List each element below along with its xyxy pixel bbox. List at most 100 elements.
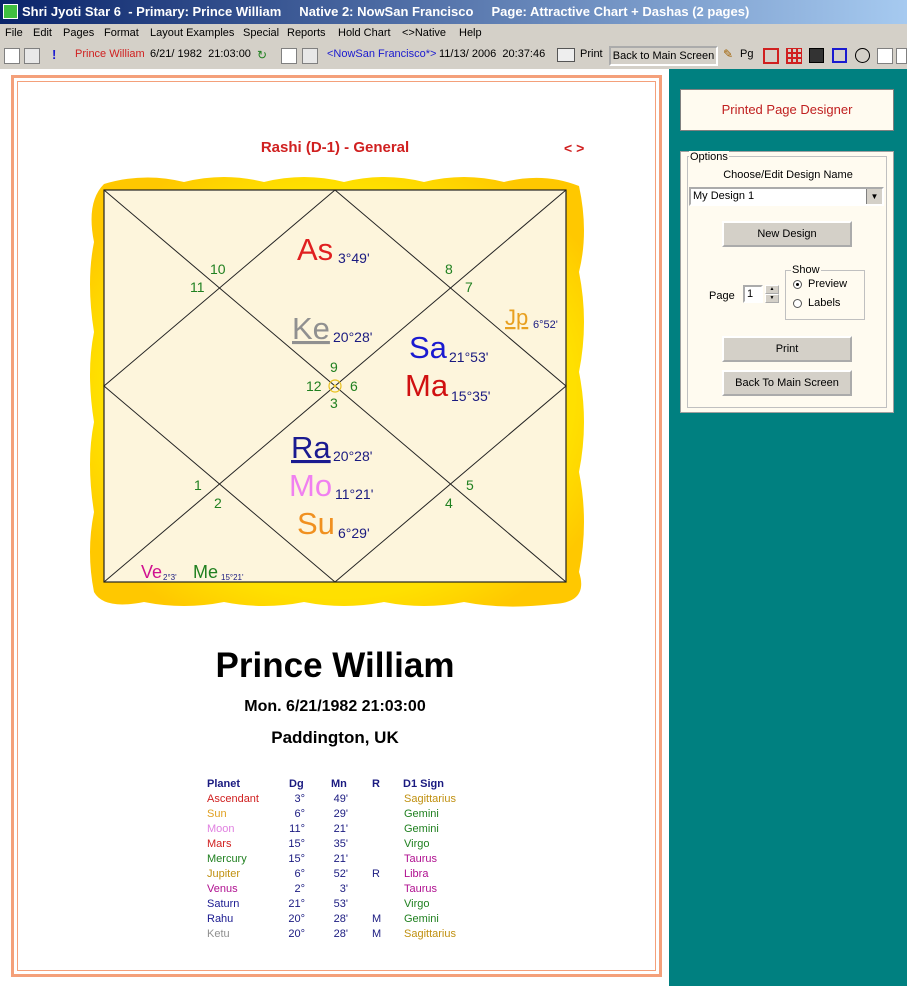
menu-special[interactable]: Special: [243, 27, 279, 39]
house-number-7: 7: [465, 279, 473, 295]
preview-radio[interactable]: [793, 280, 802, 289]
planet-su-degree: 6°29': [338, 525, 370, 541]
person-name: Prince William: [215, 646, 455, 685]
refresh-icon[interactable]: ↻: [257, 48, 271, 62]
table-cell-mn: 49': [333, 793, 348, 805]
table-cell-sign: Virgo: [404, 898, 430, 910]
printer-icon[interactable]: [557, 48, 575, 62]
menu-edit[interactable]: Edit: [33, 27, 52, 39]
menu-help[interactable]: Help: [459, 27, 482, 39]
menu-layout-examples[interactable]: Layout Examples: [150, 27, 234, 39]
table-cell-dg: 6°: [294, 808, 305, 820]
magic-wand-icon[interactable]: ✎: [723, 47, 733, 65]
page-label: Page: [709, 290, 735, 302]
house-number-1: 1: [194, 477, 202, 493]
table-cell-mn: 28': [333, 928, 348, 940]
menu-reports[interactable]: Reports: [287, 27, 326, 39]
planet-ke: Ke: [292, 311, 330, 346]
page-number-input[interactable]: 1: [743, 285, 763, 303]
rashi-chart: 10 11 8 7 9 12 6 3 1 2 5 4 As 3°49' Ke 2…: [90, 177, 584, 607]
house-number-4: 4: [445, 495, 453, 511]
house-number-10: 10: [210, 261, 226, 277]
grid-icon[interactable]: [786, 48, 802, 64]
table-cell-dg: 20°: [288, 928, 305, 940]
chart-title: Rashi (D-1) - General: [260, 139, 410, 156]
page-up-icon[interactable]: ▲: [765, 285, 779, 294]
preview-label[interactable]: Preview: [808, 278, 847, 290]
extra-icon[interactable]: [896, 48, 907, 64]
menu-native[interactable]: <>Native: [402, 27, 446, 39]
page-down-icon[interactable]: ▼: [765, 294, 779, 303]
table-header-sign: D1 Sign: [403, 778, 444, 790]
options-label: Options: [689, 151, 729, 163]
table-cell-mn: 53': [333, 898, 348, 910]
page-preview: Rashi (D-1) - General < > 10 11 8 7 9 12…: [0, 69, 669, 986]
save-icon[interactable]: [809, 48, 824, 63]
house-number-2: 2: [214, 495, 222, 511]
chart-nav-arrows[interactable]: < >: [564, 140, 584, 156]
table-cell-sign: Taurus: [404, 883, 438, 895]
back-to-main-screen-button[interactable]: Back to Main Screen: [609, 46, 718, 66]
table-header-dg: Dg: [289, 778, 304, 790]
window-icon[interactable]: [832, 48, 847, 63]
table-cell-r: M: [372, 928, 382, 940]
table-cell-planet: Ketu: [207, 928, 230, 940]
planet-su: Su: [297, 506, 335, 541]
menu-pages[interactable]: Pages: [63, 27, 94, 39]
menu-file[interactable]: File: [5, 27, 23, 39]
table-cell-planet: Ascendant: [207, 793, 259, 805]
list-2-icon[interactable]: [302, 48, 318, 64]
labels-radio[interactable]: [793, 299, 802, 308]
print-button[interactable]: Print: [722, 336, 852, 362]
notes-icon[interactable]: [877, 48, 893, 64]
pg-label[interactable]: Pg: [740, 48, 753, 66]
planet-sa-degree: 21°53': [449, 349, 488, 365]
new-chart-2-icon[interactable]: [281, 48, 297, 64]
planet-jp-degree: 6°52': [533, 319, 558, 331]
table-cell-sign: Sagittarius: [404, 928, 456, 940]
table-cell-dg: 15°: [288, 838, 305, 850]
house-number-3: 3: [330, 395, 338, 411]
table-cell-mn: 21': [333, 853, 348, 865]
table-cell-mn: 21': [333, 823, 348, 835]
print-toolbar-label[interactable]: Print: [580, 48, 603, 66]
title-bar: Shri Jyoti Star 6 - Primary: Prince Will…: [0, 0, 907, 24]
table-cell-planet: Saturn: [207, 898, 240, 910]
table-cell-mn: 28': [333, 913, 348, 925]
house-number-8: 8: [445, 261, 453, 277]
table-cell-sign: Gemini: [404, 913, 439, 925]
house-number-6: 6: [350, 378, 358, 394]
table-header-mn: Mn: [331, 778, 347, 790]
window-title: Shri Jyoti Star 6 - Primary: Prince Will…: [22, 4, 750, 19]
clock-icon[interactable]: [855, 48, 870, 63]
alert-icon[interactable]: !: [52, 47, 56, 65]
menu-hold-chart[interactable]: Hold Chart: [338, 27, 391, 39]
table-cell-dg: 20°: [288, 913, 305, 925]
labels-label[interactable]: Labels: [808, 297, 840, 309]
primary-native-name[interactable]: Prince William: [75, 48, 145, 66]
native2-name[interactable]: <NowSan Francisco*>: [327, 48, 436, 66]
planet-me: Me: [193, 562, 218, 582]
table-cell-planet: Mercury: [207, 853, 247, 865]
table-cell-mn: 52': [333, 868, 348, 880]
native2-datetime[interactable]: 11/13/ 2006 20:37:46: [439, 48, 545, 66]
table-cell-dg: 11°: [289, 823, 305, 835]
planet-mo-degree: 11°21': [335, 486, 373, 502]
table-cell-planet: Sun: [207, 808, 227, 820]
planet-ra-degree: 20°28': [333, 448, 372, 464]
chevron-down-icon[interactable]: ▼: [866, 189, 882, 204]
new-design-button[interactable]: New Design: [722, 221, 852, 247]
crop-icon[interactable]: [763, 48, 779, 64]
options-panel: Options Choose/Edit Design Name My Desig…: [680, 151, 894, 413]
planet-ma-degree: 15°35': [451, 388, 490, 404]
table-cell-dg: 21°: [288, 898, 305, 910]
primary-native-datetime[interactable]: 6/21/ 1982 21:03:00: [150, 48, 251, 66]
design-name-select[interactable]: My Design 1 ▼: [689, 187, 884, 206]
house-number-11: 11: [190, 279, 205, 295]
back-to-main-screen-panel-button[interactable]: Back To Main Screen: [722, 370, 852, 396]
toolbar: ! Prince William 6/21/ 1982 21:03:00 ↻ <…: [0, 43, 907, 70]
list-icon[interactable]: [24, 48, 40, 64]
table-cell-sign: Virgo: [404, 838, 430, 850]
new-chart-icon[interactable]: [4, 48, 20, 64]
menu-format[interactable]: Format: [104, 27, 139, 39]
